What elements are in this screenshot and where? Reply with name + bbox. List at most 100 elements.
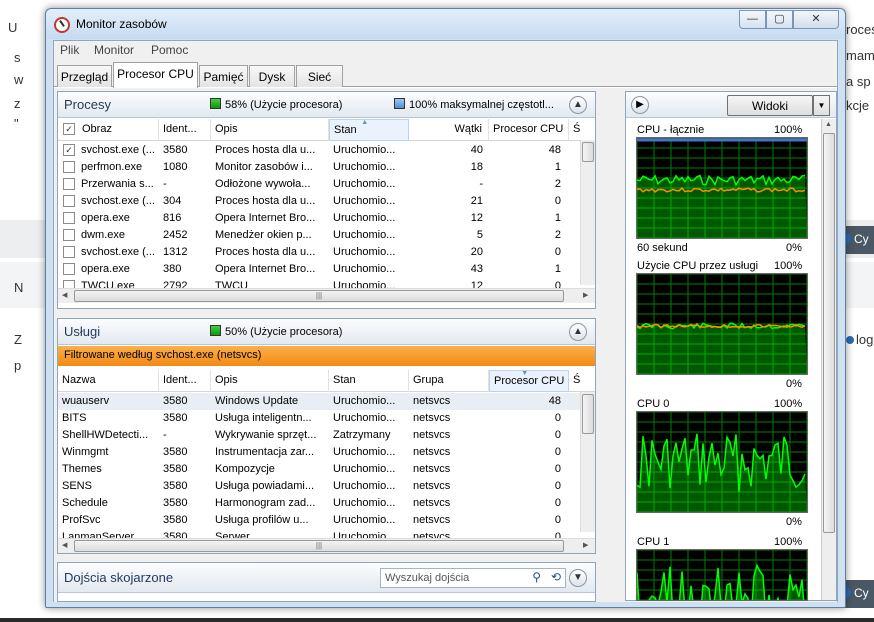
cell-pid: 3580 (163, 412, 188, 424)
scrollbar-thumb[interactable] (823, 133, 835, 533)
row-checkbox[interactable] (63, 212, 75, 224)
table-row[interactable]: BITS 3580 Usługa inteligentn... Uruchomio..… (58, 410, 580, 427)
col-avg-cpu[interactable]: Ś (569, 119, 595, 141)
cell-group: netsvcs (413, 463, 451, 475)
table-row[interactable]: opera.exe 816 Opera Internet Bro... Uruchom… (58, 210, 580, 227)
table-row[interactable]: dwm.exe 2452 Menedżer okien p... Uruchomio.… (58, 227, 580, 244)
col-description[interactable]: Opis (211, 119, 329, 141)
cell-cpu: 2 (554, 178, 561, 190)
scroll-left-arrow-icon[interactable]: ◀ (62, 541, 67, 549)
row-checkbox[interactable] (63, 229, 75, 241)
row-checkbox[interactable] (63, 195, 75, 207)
minimize-button[interactable]: — (739, 10, 766, 29)
col-pid[interactable]: Ident... (159, 370, 211, 392)
refresh-icon[interactable]: ⟲ (551, 570, 561, 584)
row-checkbox[interactable] (63, 246, 75, 258)
table-row[interactable]: svchost.exe (... 1312 Proces hosta dla u..… (58, 244, 580, 261)
col-description[interactable]: Opis (211, 370, 329, 392)
close-button[interactable]: ✕ (793, 10, 839, 29)
col-status[interactable]: ▲ Stan (329, 119, 409, 141)
graphs-vertical-scrollbar[interactable]: ▲ (821, 119, 836, 600)
table-row[interactable]: svchost.exe (... 304 Proces hosta dla u...… (58, 193, 580, 210)
table-row[interactable]: Themes 3580 Kompozycje Uruchomio... netsvcs 0 (58, 461, 580, 478)
services-horizontal-scrollbar[interactable]: ◀ ||| ▶ (58, 538, 595, 553)
graph-max-services: 100% (774, 260, 803, 272)
cell-desc: Menedżer okien p... (215, 229, 312, 241)
table-row[interactable]: ✓ svchost.exe (... 3580 Proces hosta dla u.… (58, 142, 580, 159)
collapse-graphs-arrow-icon[interactable]: ▶ (631, 96, 649, 114)
row-checkbox[interactable] (63, 263, 75, 275)
views-dropdown-arrow-icon[interactable]: ▼ (813, 95, 830, 116)
col-group[interactable]: Grupa (409, 370, 489, 392)
table-row[interactable]: wuauserv 3580 Windows Update Uruchomio... ne… (58, 393, 580, 410)
bg-snippet: mam (846, 48, 874, 63)
col-status[interactable]: Stan (329, 370, 409, 392)
services-header[interactable]: Usługi 50% (Użycie procesora) ▲ (58, 319, 595, 345)
cell-cpu: 0 (554, 246, 561, 258)
scroll-right-arrow-icon[interactable]: ▶ (583, 541, 588, 549)
search-icon[interactable]: ⚲ (532, 570, 541, 584)
tab-network[interactable]: Sieć (296, 65, 343, 87)
scrollbar-thumb[interactable] (582, 142, 594, 162)
tab-memory[interactable]: Pamięć (199, 65, 248, 87)
services-vertical-scrollbar[interactable] (580, 392, 595, 532)
cell-group: netsvcs (413, 514, 451, 526)
col-image[interactable]: ✓ Obraz (58, 119, 159, 141)
processes-header[interactable]: Procesy 58% (Użycie procesora) 100% maks… (58, 92, 595, 118)
bg-snippet: a sp (846, 74, 871, 89)
col-name[interactable]: Nazwa (58, 370, 159, 392)
bg-letter: z (14, 96, 21, 111)
table-row[interactable]: ProfSvc 3580 Usługa profilów u... Uruchomio… (58, 512, 580, 529)
scrollbar-thumb[interactable]: ||| (74, 540, 564, 552)
tab-disk[interactable]: Dysk (249, 65, 295, 87)
cell-cpu: 48 (548, 144, 561, 156)
scrollbar-thumb[interactable] (582, 394, 594, 434)
cell-pid: 3580 (163, 144, 188, 156)
cell-desc: Opera Internet Bro... (215, 263, 316, 275)
col-cpu[interactable]: ▼ Procesor CPU (489, 370, 569, 392)
row-checkbox[interactable] (63, 178, 75, 190)
maximize-button[interactable]: ▢ (766, 10, 793, 29)
processes-vertical-scrollbar[interactable] (580, 140, 595, 285)
processes-horizontal-scrollbar[interactable]: ◀ ||| ▶ (58, 288, 595, 303)
menu-pomoc[interactable]: Pomoc (151, 43, 188, 57)
collapse-processes-button[interactable]: ▲ (569, 96, 587, 114)
tab-overview[interactable]: Przegląd (57, 65, 112, 87)
table-row[interactable]: perfmon.exe 1080 Monitor zasobów i... Uruch… (58, 159, 580, 176)
select-all-checkbox[interactable]: ✓ (63, 123, 75, 135)
table-row[interactable]: Przerwania s... - Odłożone wywoła... Urucho… (58, 176, 580, 193)
handles-search-input[interactable]: Wyszukaj dojścia ⚲ ⟲ (380, 568, 566, 588)
handles-header[interactable]: Dojścia skojarzone Wyszukaj dojścia ⚲ ⟲ … (58, 563, 595, 593)
cell-cpu: 0 (554, 514, 561, 526)
col-avg-cpu[interactable]: Ś (569, 370, 595, 392)
row-checkbox[interactable] (63, 161, 75, 173)
collapse-services-button[interactable]: ▲ (569, 323, 587, 341)
menu-monitor[interactable]: Monitor (94, 43, 134, 57)
cell-cpu: 48 (548, 395, 561, 407)
scroll-right-arrow-icon[interactable]: ▶ (583, 291, 588, 299)
expand-handles-button[interactable]: ▼ (569, 569, 587, 587)
cell-name: Winmgmt (62, 446, 109, 458)
menu-plik[interactable]: Plik (60, 43, 79, 57)
panel-splitter[interactable] (599, 91, 623, 601)
table-row[interactable]: Winmgmt 3580 Instrumentacja zar... Uruchomi… (58, 444, 580, 461)
scrollbar-thumb[interactable]: ||| (74, 290, 564, 302)
green-square-icon (210, 98, 221, 109)
row-checkbox[interactable]: ✓ (63, 144, 75, 156)
cell-cpu: 0 (554, 463, 561, 475)
cell-threads: 12 (470, 212, 483, 224)
table-row[interactable]: ShellHWDetecti... - Wykrywanie sprzęt... Za… (58, 427, 580, 444)
col-threads[interactable]: Wątki (409, 119, 489, 141)
col-cpu[interactable]: Procesor CPU (489, 119, 569, 141)
scroll-left-arrow-icon[interactable]: ◀ (62, 291, 67, 299)
graph-min-services: 0% (786, 378, 802, 390)
tab-cpu[interactable]: Procesor CPU (113, 62, 198, 88)
scroll-up-arrow-icon[interactable]: ▲ (825, 121, 832, 128)
title-bar[interactable]: Monitor zasobów — ▢ ✕ (46, 9, 845, 39)
table-row[interactable]: SENS 3580 Usługa powiadami... Uruchomio... n… (58, 478, 580, 495)
processes-title: Procesy (64, 97, 111, 112)
table-row[interactable]: Schedule 3580 Harmonogram zad... Uruchomio.… (58, 495, 580, 512)
table-row[interactable]: opera.exe 380 Opera Internet Bro... Uruchom… (58, 261, 580, 278)
col-pid[interactable]: Ident... (159, 119, 211, 141)
views-button[interactable]: Widoki (727, 95, 813, 116)
